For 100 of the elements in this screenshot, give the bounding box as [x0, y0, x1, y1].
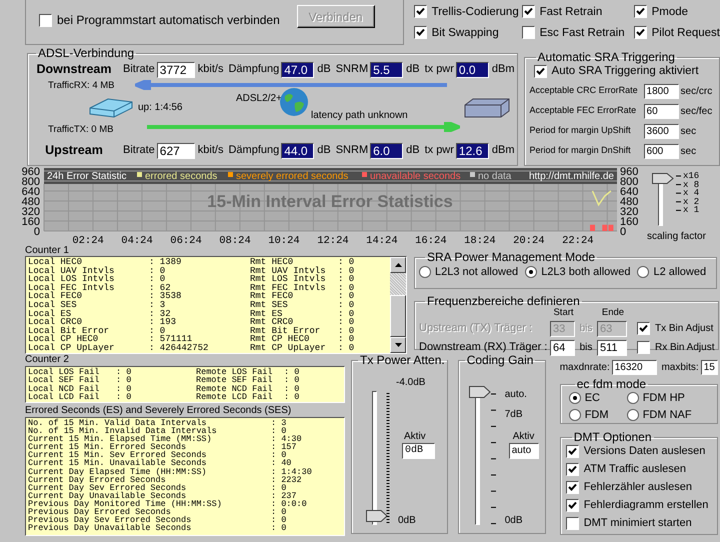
counter-value: : 0	[338, 275, 356, 284]
tick-marks	[676, 175, 681, 213]
counter-name: No. of 15 Min. Valid Data Intervals	[28, 419, 207, 428]
input-field[interactable]: 511	[597, 340, 627, 356]
counter-name: Remote NCD Fail	[196, 384, 274, 394]
radio-button[interactable]	[525, 266, 538, 278]
input-field[interactable]: auto	[508, 443, 539, 459]
slider-thumb[interactable]	[366, 510, 388, 522]
counter-value: : 0	[338, 318, 356, 327]
counter-name: Current Day Sev Errored Seconds	[28, 484, 188, 492]
checkbox[interactable]	[534, 64, 547, 78]
counter-name: Local FEC Intvls	[28, 284, 116, 292]
up-arrow-icon[interactable]	[394, 263, 402, 267]
checkbox[interactable]	[634, 26, 647, 39]
group-title: Frequenzbereiche definieren	[426, 295, 581, 308]
radio-label: L2L3 not allowed	[435, 265, 518, 279]
slider-caption: scaling factor	[647, 230, 706, 244]
radio-button[interactable]	[626, 392, 639, 404]
checkbox[interactable]	[566, 480, 579, 494]
counter-value: : 0	[149, 275, 166, 284]
radio-label: EC	[584, 391, 600, 405]
counter-name: Local NCD Fail	[28, 384, 100, 394]
input-field[interactable]: 64	[550, 340, 575, 356]
counter-value: : 426442752	[149, 344, 210, 353]
group-title: Tx Power Atten.	[359, 354, 446, 367]
y-tick-label: 480	[22, 196, 40, 208]
input-field[interactable]: 16320	[612, 360, 658, 374]
counter-name: Remote LCD Fail	[196, 393, 274, 402]
counter-name: Local HEC0	[28, 258, 82, 267]
counter-name: Rmt LOS Intvls	[250, 275, 327, 284]
y-tick-label: 960	[620, 166, 638, 178]
radio-button[interactable]	[568, 392, 581, 404]
y-tick-label: 160	[22, 216, 40, 228]
counter-name: Previous Day Errored Seconds	[28, 508, 171, 516]
counter-name: Rmt ES	[250, 310, 282, 318]
radio-label: L2L3 both allowed	[541, 265, 630, 279]
group-title: Automatic SRA Triggering	[536, 51, 676, 64]
checkbox[interactable]	[566, 516, 579, 530]
checkbox[interactable]	[522, 26, 535, 39]
router-icon	[463, 97, 511, 119]
radio-button[interactable]	[637, 266, 650, 278]
input-field[interactable]: 3600	[644, 124, 679, 138]
down-arrow-icon[interactable]	[394, 342, 402, 347]
checkbox[interactable]	[414, 5, 427, 18]
input-field[interactable]: 15	[700, 360, 718, 374]
column-header: Start	[552, 308, 575, 319]
radio-button[interactable]	[419, 266, 431, 278]
counter-name: Rmt FEC0	[250, 292, 294, 301]
checkbox[interactable]	[414, 26, 427, 39]
checkbox[interactable]	[39, 14, 52, 26]
watermark-title: 15-Min Interval Error Statistics	[207, 192, 453, 211]
field-label: maxbits:	[661, 360, 699, 374]
field-label: Aktiv	[404, 430, 426, 444]
counter-name: Rmt CP HEC0	[250, 335, 310, 344]
input-field[interactable]: 1800	[644, 84, 679, 98]
counter-value: : 0	[338, 300, 356, 310]
x-tick-label: 14:24	[366, 235, 398, 246]
checkbox[interactable]	[566, 462, 579, 476]
counter-name: Local LCD Fail	[28, 393, 100, 402]
slider-thumb[interactable]	[652, 173, 674, 184]
group-title: ec fdm mode	[576, 378, 648, 391]
separator-label: bis	[578, 322, 594, 336]
slider-thumb[interactable]	[468, 386, 491, 398]
radio-button[interactable]	[626, 409, 639, 421]
checkbox-label: Fehlerdiagramm erstellen	[584, 498, 708, 512]
series-line	[592, 190, 612, 206]
input-field[interactable]: 60	[644, 104, 679, 118]
input-field[interactable]: 600	[644, 144, 679, 158]
counter-name: Current Day Elapsed Time (HH:MM:SS)	[28, 468, 208, 476]
input-field[interactable]: 0dB	[402, 443, 435, 459]
unit-label: dBm	[492, 62, 515, 78]
scrollbar[interactable]	[390, 257, 406, 353]
counter-value: : 0	[271, 427, 286, 436]
checkbox[interactable]	[637, 341, 650, 354]
group-title: SRA Power Management Mode	[426, 251, 596, 264]
checkbox[interactable]	[566, 498, 579, 512]
checkbox[interactable]	[566, 444, 579, 458]
section-label: Counter 2	[25, 354, 70, 366]
counter-value: : 0	[338, 344, 356, 353]
checkbox-label: Trellis-Codierung	[432, 4, 519, 18]
input-field[interactable]: 3772	[156, 62, 195, 78]
counter-name: Local CRC0	[28, 318, 82, 327]
y-tick-label: 800	[22, 176, 40, 188]
counter-name: Local UAV Intvls	[28, 266, 116, 276]
counter-name: Current 15 Min. Unavailable Seconds	[28, 459, 208, 468]
checkbox[interactable]	[634, 5, 647, 18]
counter-name: Current 15 Min. Sev Errored Seconds	[28, 451, 208, 460]
scale-label: 0dB	[504, 514, 522, 528]
counter-value: : 0	[338, 266, 356, 276]
radio-button[interactable]	[568, 409, 581, 421]
setting-label: Acceptable FEC ErrorRate	[530, 104, 638, 118]
checkbox[interactable]	[522, 5, 535, 18]
counter-value: : 4:30	[271, 435, 303, 444]
input-field[interactable]: 627	[156, 142, 195, 158]
separator-label: bis	[578, 341, 594, 355]
field-label: Aktiv	[512, 430, 534, 444]
field-label: tx pwr	[424, 62, 454, 78]
counter-name: No. of 15 Min. Invalid Data Intervals	[28, 427, 218, 436]
counter-value: : 3538	[149, 292, 182, 301]
counter-value: : 0	[338, 326, 356, 336]
